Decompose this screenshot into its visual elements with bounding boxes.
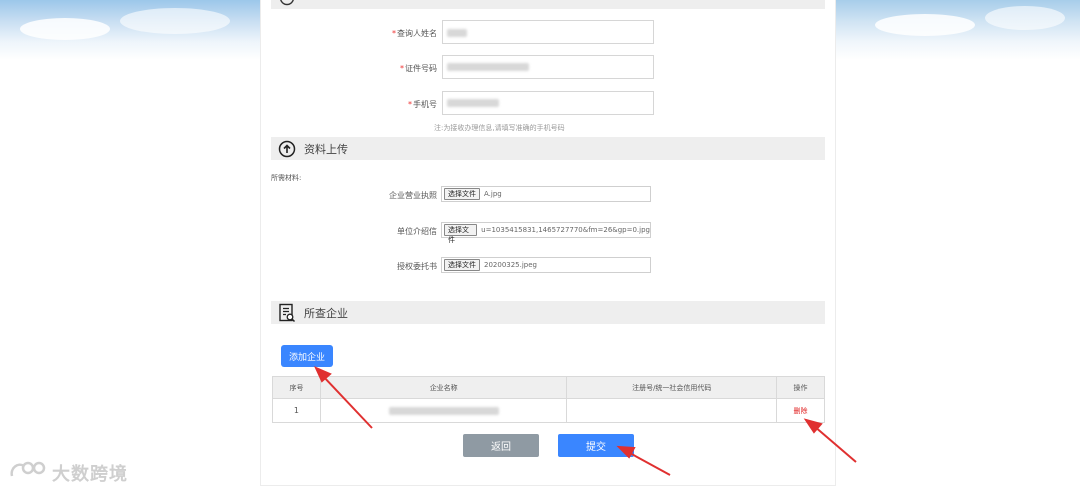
id-number-input[interactable] [442, 55, 654, 79]
watermark: 大数跨境 [8, 458, 128, 487]
name-input[interactable] [442, 20, 654, 44]
delete-link[interactable]: 删除 [794, 407, 808, 415]
watermark-logo-icon [8, 458, 48, 487]
company-section-header: 所查企业 [271, 301, 825, 324]
watermark-text: 大数跨境 [52, 463, 128, 485]
upload-section-title: 资料上传 [304, 142, 348, 156]
company-table: 序号 企业名称 注册号/统一社会信用代码 操作 1 删除 [272, 376, 825, 423]
file-label-intro-letter: 单位介绍信 [397, 227, 437, 236]
table-row: 1 删除 [272, 398, 825, 423]
column-header-credit-code: 注册号/统一社会信用代码 [566, 376, 778, 399]
id-label: *证件号码 [400, 64, 437, 73]
company-section-title: 所查企业 [304, 306, 348, 320]
file-input-authorization[interactable]: 选择文件 20200325.jpeg [441, 257, 651, 273]
form-panel: *查询人姓名 *证件号码 *手机号 注:为接收办理信息,请填写准确的手机号码 资… [260, 0, 836, 486]
column-header-company-name: 企业名称 [319, 376, 568, 399]
file-name: A.jpg [484, 190, 502, 198]
submit-button[interactable]: 提交 [558, 434, 634, 457]
file-name: u=1035415831,1465727770&fm=26&gp=0.jpg [481, 226, 650, 234]
phone-hint: 注:为接收办理信息,请填写准确的手机号码 [434, 124, 565, 132]
upload-section-header: 资料上传 [271, 137, 825, 160]
phone-input[interactable] [442, 91, 654, 115]
applicant-section-header [271, 0, 825, 9]
required-materials-label: 所需材料: [271, 174, 302, 182]
sky-background-left [0, 0, 260, 60]
row-index: 1 [272, 398, 321, 423]
back-button[interactable]: 返回 [463, 434, 539, 457]
choose-file-button[interactable]: 选择文件 [444, 224, 478, 244]
file-label-business-license: 企业营业执照 [389, 191, 437, 200]
column-header-index: 序号 [272, 376, 321, 399]
phone-label: *手机号 [408, 100, 437, 109]
column-header-action: 操作 [776, 376, 825, 399]
document-search-icon [276, 302, 298, 324]
person-icon [276, 0, 298, 9]
file-label-authorization: 授权委托书 [397, 262, 437, 271]
file-name: 20200325.jpeg [484, 261, 537, 269]
add-company-button[interactable]: 添加企业 [281, 345, 333, 367]
upload-icon [276, 138, 298, 160]
name-label: *查询人姓名 [392, 29, 437, 38]
sky-background-right [835, 0, 1080, 60]
choose-file-button[interactable]: 选择文件 [444, 188, 480, 200]
row-company-name [319, 398, 568, 423]
file-input-intro-letter[interactable]: 选择文件 u=1035415831,1465727770&fm=26&gp=0.… [441, 222, 651, 244]
row-action: 删除 [776, 398, 825, 423]
row-credit-code [566, 398, 778, 423]
file-input-business-license[interactable]: 选择文件 A.jpg [441, 186, 651, 202]
choose-file-button[interactable]: 选择文件 [444, 259, 480, 271]
